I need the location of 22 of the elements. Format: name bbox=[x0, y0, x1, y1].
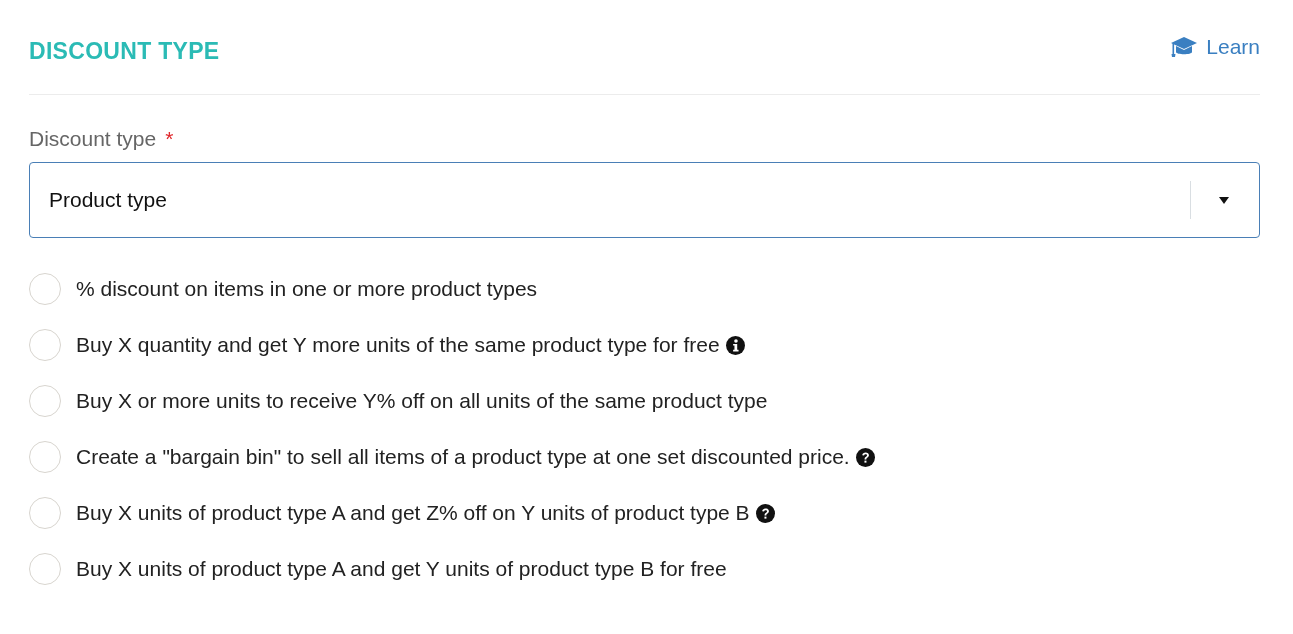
option-label: Create a "bargain bin" to sell all items of a product type at one set discounted price. bbox=[76, 445, 850, 469]
option-label: Buy X quantity and get Y more units of the same product type for free bbox=[76, 333, 720, 357]
info-icon bbox=[725, 335, 745, 355]
help-icon bbox=[855, 447, 875, 467]
option-label: Buy X units of product type A and get Y units of product type B for free bbox=[76, 557, 727, 581]
option-label: Buy X or more units to receive Y% off on all units of the same product type bbox=[76, 389, 768, 413]
radio-button[interactable] bbox=[29, 553, 61, 585]
caret-icon bbox=[1219, 196, 1229, 204]
radio-button[interactable] bbox=[29, 497, 61, 529]
learn-link[interactable]: Learn bbox=[1170, 35, 1260, 59]
field-label: Discount type bbox=[29, 127, 157, 151]
radio-button[interactable] bbox=[29, 329, 61, 361]
option-label: % discount on items in one or more product types bbox=[76, 277, 538, 301]
section-title: DISCOUNT TYPE bbox=[29, 36, 220, 65]
required-mark: * bbox=[165, 127, 174, 151]
option-label: Buy X units of product type A and get Z% off on Y units of product type B bbox=[76, 501, 750, 525]
radio-button[interactable] bbox=[29, 273, 61, 305]
select-field[interactable]: Product type bbox=[29, 162, 1260, 238]
help-icon bbox=[755, 503, 775, 523]
radio-button[interactable] bbox=[29, 441, 61, 473]
radio-button[interactable] bbox=[29, 385, 61, 417]
graduation-cap-icon bbox=[1170, 36, 1199, 58]
